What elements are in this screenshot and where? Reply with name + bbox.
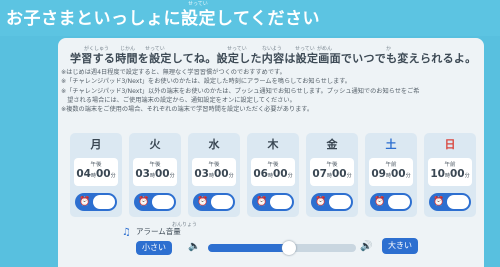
day-card-wed: 水 午後 03時00分 ⏰ [188, 133, 240, 217]
toggle-knob [93, 195, 115, 209]
time-value: 03時00分 [194, 168, 234, 180]
day-card-tue: 火 午後 03時00分 ⏰ [129, 133, 181, 217]
time-value: 03時00分 [135, 168, 175, 180]
music-note-icon: ♫ [122, 227, 131, 238]
ampm-label: 午前 [385, 162, 397, 168]
toggle-knob [329, 195, 351, 209]
heading-ruby-3: せってい [145, 46, 165, 52]
time-value: 09時00分 [371, 168, 411, 180]
speaker-low-icon: 🔈 [188, 241, 201, 252]
heading-ruby-8: か [386, 46, 392, 52]
ampm-label: 午後 [267, 162, 279, 168]
day-card-fri: 金 午後 07時00分 ⏰ [306, 133, 358, 217]
time-picker[interactable]: 午前 09時00分 [369, 158, 413, 186]
alarm-toggle[interactable]: ⏰ [134, 193, 176, 211]
weekday-schedule: 月 午後 04時00分 ⏰ 火 午後 03時00分 ⏰ 水 午後 03時00分 … [70, 133, 476, 219]
heading-ruby-1: がくしゅう [84, 46, 110, 52]
volume-quiet-button[interactable]: 小さい [136, 241, 172, 255]
ampm-label: 午前 [444, 162, 456, 168]
ampm-label: 午後 [149, 162, 161, 168]
day-name: 火 [149, 138, 161, 151]
notes-list: ※はじめは週4日程度で設定すると、無理なく学習習慣がつくのでおすすめです。 ※「… [61, 68, 479, 114]
ampm-label: 午後 [90, 162, 102, 168]
alarm-toggle[interactable]: ⏰ [252, 193, 294, 211]
day-card-mon: 月 午後 04時00分 ⏰ [70, 133, 122, 217]
toggle-knob [152, 195, 174, 209]
time-value: 10時00分 [430, 168, 470, 180]
alarm-clock-icon: ⏰ [138, 197, 150, 207]
time-picker[interactable]: 午後 06時00分 [251, 158, 295, 186]
alarm-clock-icon: ⏰ [79, 197, 91, 207]
time-picker[interactable]: 午後 03時00分 [133, 158, 177, 186]
title-ruby: せってい [188, 1, 208, 7]
day-name: 月 [90, 138, 102, 151]
toggle-knob [211, 195, 233, 209]
note-line: ※はじめは週4日程度で設定すると、無理なく学習習慣がつくのでおすすめです。 [61, 69, 286, 76]
alarm-clock-icon: ⏰ [256, 197, 268, 207]
time-picker[interactable]: 午後 04時00分 [74, 158, 118, 186]
time-value: 07時00分 [312, 168, 352, 180]
alarm-toggle[interactable]: ⏰ [193, 193, 235, 211]
day-name: 日 [444, 138, 456, 151]
note-line: ※「チャレンジパッド3/Next」をお使いのかたは、設定した時刻にアラームを鳴ら… [61, 78, 351, 86]
day-name: 土 [385, 138, 397, 151]
time-picker[interactable]: 午前 10時00分 [428, 158, 472, 186]
time-value: 06時00分 [253, 168, 293, 180]
time-picker[interactable]: 午後 03時00分 [192, 158, 236, 186]
volume-slider-fill [208, 244, 290, 252]
alarm-toggle[interactable]: ⏰ [75, 193, 117, 211]
alarm-clock-icon: ⏰ [315, 197, 327, 207]
alarm-clock-icon: ⏰ [197, 197, 209, 207]
alarm-volume-ruby: おんりょう [172, 222, 198, 228]
alarm-toggle[interactable]: ⏰ [370, 193, 412, 211]
ampm-label: 午後 [326, 162, 338, 168]
ampm-label: 午後 [208, 162, 220, 168]
heading-ruby-7: がめん [317, 46, 333, 52]
alarm-toggle[interactable]: ⏰ [311, 193, 353, 211]
day-card-thu: 木 午後 06時00分 ⏰ [247, 133, 299, 217]
day-name: 金 [326, 138, 338, 151]
day-name: 水 [208, 138, 220, 151]
heading-ruby-5: ないよう [262, 46, 282, 52]
day-name: 木 [267, 138, 279, 151]
time-value: 04時00分 [76, 168, 116, 180]
note-line: ※「チャレンジパッド3/Next」以外の端末をお使いのかたは、プッシュ通知でお知… [61, 87, 420, 95]
toggle-knob [270, 195, 292, 209]
toggle-knob [447, 195, 469, 209]
speaker-high-icon: 🔊 [360, 241, 373, 252]
page-title: お子さまといっしょに設定してください [6, 9, 320, 29]
heading-ruby-6: せってい [295, 46, 315, 52]
toggle-knob [388, 195, 410, 209]
day-card-sat: 土 午前 09時00分 ⏰ [365, 133, 417, 217]
heading-ruby-2: じかん [120, 46, 136, 52]
volume-slider[interactable] [208, 241, 356, 255]
panel-heading: 学習する時間を設定してね。設定した内容は設定画面でいつでも変えられるよ。 [70, 52, 477, 65]
alarm-toggle[interactable]: ⏰ [429, 193, 471, 211]
alarm-clock-icon: ⏰ [374, 197, 386, 207]
alarm-clock-icon: ⏰ [433, 197, 445, 207]
note-line: 望される場合には、ご使用端末の設定から、通知設定をオンに設定してください。 [61, 96, 296, 104]
heading-ruby-4: せってい [227, 46, 247, 52]
time-picker[interactable]: 午後 07時00分 [310, 158, 354, 186]
day-card-sun: 日 午前 10時00分 ⏰ [424, 133, 476, 217]
note-line: ※複数の端末をご使用の場合、それぞれの端末で学習時間を設定いただく必要があります… [61, 106, 314, 114]
volume-loud-button[interactable]: 大きい [382, 238, 418, 254]
